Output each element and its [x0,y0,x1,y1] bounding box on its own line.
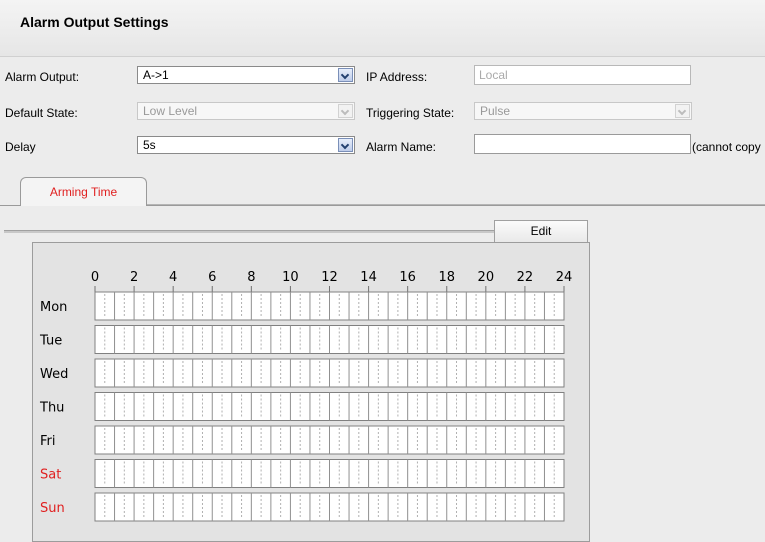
triggering-state-value: Pulse [480,104,511,118]
alarm-output-label: Alarm Output: [5,70,80,84]
hour-label: 18 [438,270,455,285]
day-label: Sat [40,468,61,483]
default-state-label: Default State: [5,106,78,120]
chevron-down-icon [675,104,690,118]
chevron-down-icon [338,104,353,118]
ip-address-field[interactable]: Local [474,65,691,85]
default-state-select: Low Level [137,102,355,120]
hour-label: 4 [169,270,177,285]
hour-label: 6 [208,270,216,285]
page-header: Alarm Output Settings [0,0,765,57]
hour-label: 10 [282,270,299,285]
day-label: Mon [40,300,67,315]
alarm-output-value: A->1 [143,68,169,82]
toolbar-divider [4,230,494,233]
day-label: Fri [40,434,56,449]
hour-label: 16 [399,270,416,285]
chevron-down-icon[interactable] [338,68,353,82]
delay-label: Delay [5,140,36,154]
hour-label: 20 [478,270,495,285]
hour-label: 24 [556,270,573,285]
tab-arming-time[interactable]: Arming Time [20,177,147,206]
chevron-down-icon[interactable] [338,138,353,152]
day-label: Wed [40,367,68,382]
day-label: Tue [39,334,62,349]
alarm-name-note: (cannot copy [692,140,761,154]
day-label: Sun [40,501,65,516]
edit-button[interactable]: Edit [494,220,588,242]
hour-label: 22 [517,270,534,285]
alarm-name-label: Alarm Name: [366,140,437,154]
delay-select[interactable]: 5s [137,136,355,154]
alarm-output-select[interactable]: A->1 [137,66,355,84]
hour-label: 12 [321,270,338,285]
alarm-name-field[interactable] [474,134,691,154]
hour-label: 14 [360,270,377,285]
day-label: Thu [39,401,64,416]
default-state-value: Low Level [143,104,198,118]
triggering-state-select: Pulse [474,102,692,120]
page-title: Alarm Output Settings [20,14,169,30]
ip-address-label: IP Address: [366,70,428,84]
hour-label: 0 [91,270,99,285]
delay-value: 5s [143,138,156,152]
hour-label: 2 [130,270,138,285]
hour-label: 8 [247,270,255,285]
triggering-state-label: Triggering State: [366,106,455,120]
